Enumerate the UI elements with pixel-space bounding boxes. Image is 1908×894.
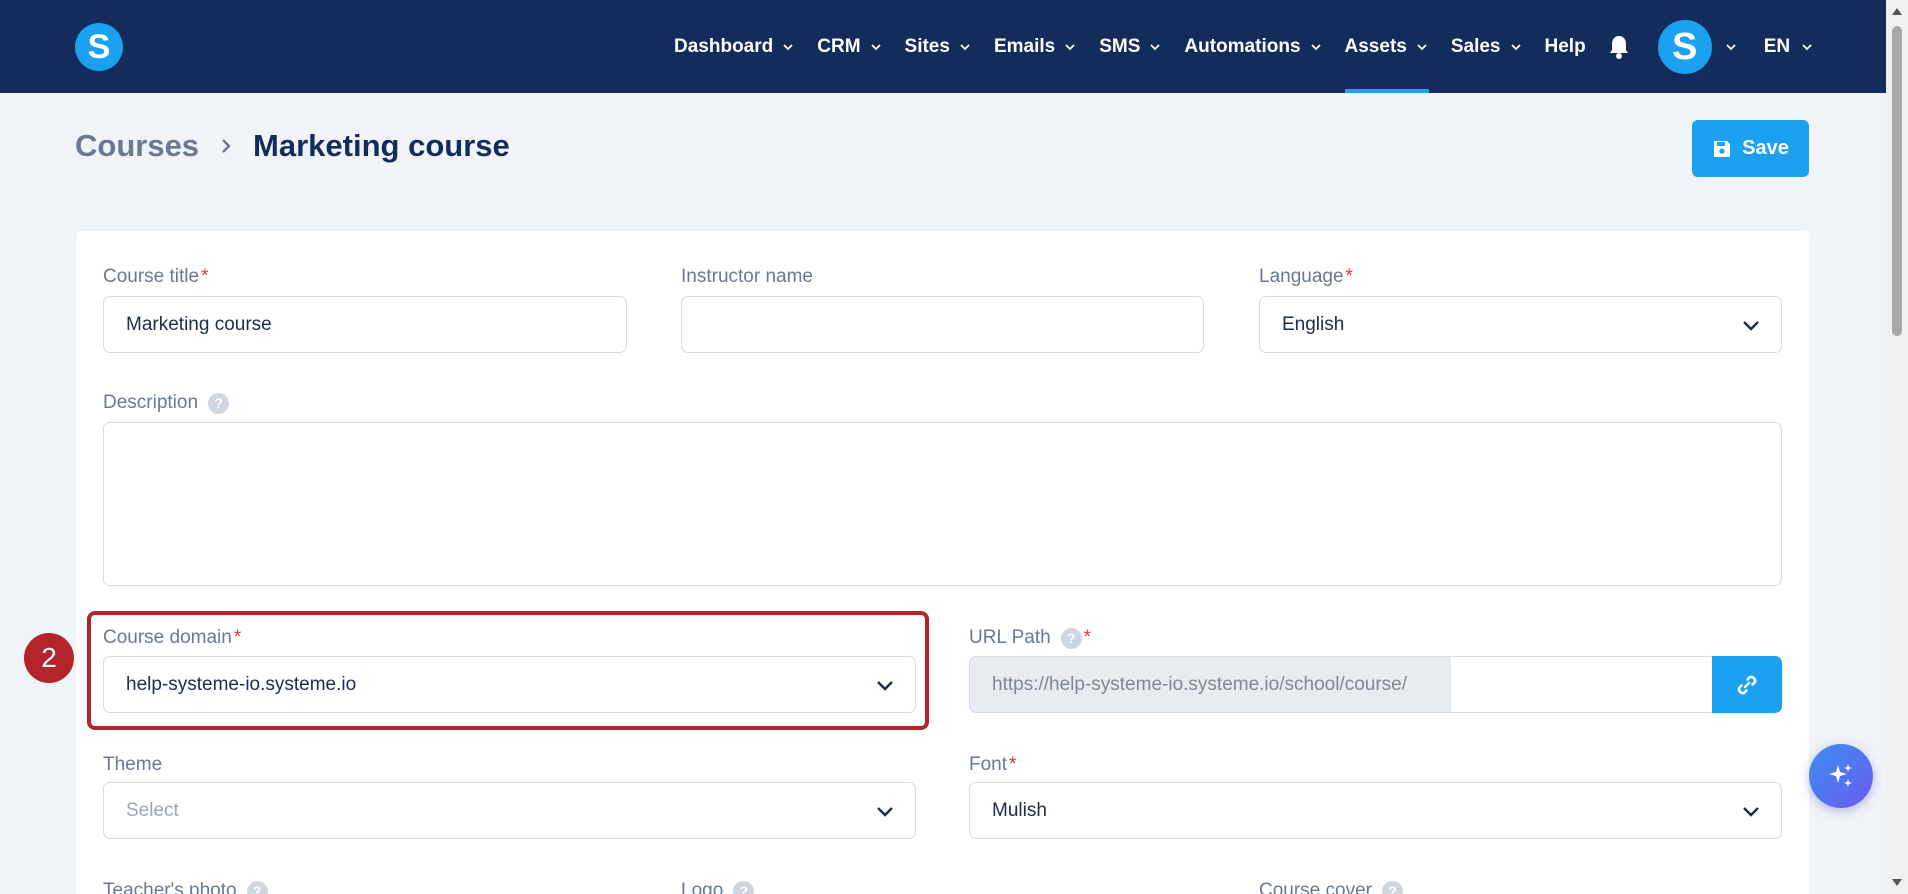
save-button[interactable]: Save bbox=[1692, 120, 1809, 177]
chevron-down-icon bbox=[1417, 43, 1427, 50]
open-link-button[interactable] bbox=[1712, 656, 1782, 713]
language-select[interactable]: English bbox=[1259, 296, 1782, 353]
chevron-down-icon[interactable] bbox=[1724, 40, 1738, 54]
theme-select[interactable]: Select bbox=[103, 782, 916, 839]
chevron-down-icon bbox=[870, 43, 881, 50]
nav-item-automations[interactable]: Automations bbox=[1184, 0, 1322, 93]
link-icon bbox=[1737, 675, 1757, 694]
nav-item-label: Sales bbox=[1450, 35, 1501, 57]
course-title-value: Marketing course bbox=[126, 313, 272, 335]
save-button-label: Save bbox=[1742, 137, 1789, 159]
course-title-label-text: Course title bbox=[103, 266, 200, 287]
chevron-down-icon bbox=[1510, 43, 1521, 50]
font-label-text: Font bbox=[969, 754, 1008, 775]
scroll-thumb[interactable] bbox=[1892, 26, 1902, 336]
logo[interactable]: S bbox=[75, 23, 123, 71]
teachers-photo-label-text: Teacher's photo bbox=[103, 880, 237, 894]
nav-item-label: CRM bbox=[817, 35, 861, 57]
nav-item-sales[interactable]: Sales bbox=[1451, 0, 1523, 93]
course-cover-label: Course cover ? bbox=[1259, 880, 1403, 894]
required-mark: * bbox=[1345, 266, 1353, 287]
chevron-down-icon bbox=[1743, 807, 1759, 817]
nav-item-help[interactable]: Help bbox=[1545, 0, 1586, 93]
scroll-up-arrow-icon[interactable] bbox=[1892, 8, 1902, 15]
help-icon[interactable]: ? bbox=[1060, 627, 1082, 649]
url-prefix-text: https://help-systeme-io.systeme.io/schoo… bbox=[992, 673, 1408, 695]
sparkle-icon bbox=[1829, 764, 1852, 787]
nav-item-sites[interactable]: Sites bbox=[905, 0, 972, 93]
nav-item-label: Dashboard bbox=[674, 35, 774, 57]
nav-item-dashboard[interactable]: Dashboard bbox=[674, 0, 795, 93]
help-icon[interactable]: ? bbox=[733, 880, 755, 894]
course-title-input[interactable]: Marketing course bbox=[103, 296, 627, 353]
floppy-disk-icon bbox=[1714, 140, 1731, 157]
nav-item-crm[interactable]: CRM bbox=[817, 0, 882, 93]
url-path-input[interactable] bbox=[1451, 656, 1713, 713]
logo-label-text: Logo bbox=[681, 880, 724, 894]
logo-label: Logo ? bbox=[681, 880, 755, 894]
url-path-prefix: https://help-systeme-io.systeme.io/schoo… bbox=[969, 656, 1452, 713]
instructor-name-label: Instructor name bbox=[681, 266, 813, 288]
chevron-down-icon bbox=[1150, 43, 1161, 50]
font-select[interactable]: Mulish bbox=[969, 782, 1782, 839]
description-label-text: Description bbox=[103, 392, 199, 413]
page-title: Marketing course bbox=[253, 128, 510, 163]
font-value: Mulish bbox=[992, 799, 1047, 821]
description-textarea[interactable] bbox=[103, 422, 1782, 586]
breadcrumb: Courses Marketing course bbox=[75, 128, 510, 164]
step-highlight-box bbox=[87, 611, 929, 730]
chevron-down-icon bbox=[1065, 43, 1075, 50]
main-nav: Dashboard CRM Sites Emails SMS Automatio… bbox=[674, 0, 1814, 93]
url-path-label-text: URL Path bbox=[969, 627, 1051, 648]
help-icon[interactable]: ? bbox=[1382, 880, 1403, 894]
chevron-right-icon bbox=[222, 139, 231, 153]
chevron-down-icon bbox=[783, 43, 793, 50]
language-value: English bbox=[1282, 313, 1345, 335]
chevron-down-icon bbox=[1802, 43, 1812, 50]
language-switcher[interactable]: EN bbox=[1764, 36, 1814, 58]
nav-item-label: Sites bbox=[904, 35, 950, 57]
language-label: Language * bbox=[1259, 266, 1353, 288]
course-cover-label-text: Course cover bbox=[1259, 880, 1372, 894]
page-scrollbar[interactable] bbox=[1886, 0, 1908, 894]
theme-placeholder: Select bbox=[126, 799, 179, 821]
description-label: Description ? bbox=[103, 392, 230, 414]
breadcrumb-courses-link[interactable]: Courses bbox=[75, 128, 199, 164]
theme-label-text: Theme bbox=[103, 754, 163, 775]
scroll-down-arrow-icon[interactable] bbox=[1892, 879, 1902, 886]
language-label: EN bbox=[1763, 35, 1791, 57]
help-icon[interactable]: ? bbox=[246, 880, 268, 894]
instructor-name-input[interactable] bbox=[681, 296, 1204, 353]
url-path-label: URL Path ? * bbox=[969, 627, 1091, 649]
required-mark: * bbox=[1009, 754, 1017, 775]
required-mark: * bbox=[1083, 627, 1092, 648]
nav-item-label: Automations bbox=[1184, 35, 1301, 57]
course-title-label: Course title * bbox=[103, 266, 209, 288]
ai-assistant-button[interactable] bbox=[1809, 744, 1873, 808]
required-mark: * bbox=[201, 266, 209, 287]
nav-item-emails[interactable]: Emails bbox=[994, 0, 1077, 93]
teachers-photo-label: Teacher's photo ? bbox=[103, 880, 268, 894]
instructor-name-label-text: Instructor name bbox=[681, 266, 813, 287]
top-navbar: S Dashboard CRM Sites Emails SMS Automat… bbox=[0, 0, 1886, 93]
step-badge: 2 bbox=[24, 633, 74, 683]
bell-icon[interactable] bbox=[1608, 34, 1630, 60]
nav-item-label: SMS bbox=[1099, 35, 1141, 57]
chevron-down-icon bbox=[960, 43, 970, 50]
theme-label: Theme bbox=[103, 754, 162, 776]
chevron-down-icon bbox=[1743, 321, 1759, 331]
language-label-text: Language bbox=[1259, 266, 1344, 287]
chevron-down-icon bbox=[877, 807, 893, 817]
nav-item-label: Emails bbox=[993, 35, 1056, 57]
nav-item-label: Assets bbox=[1344, 35, 1407, 57]
font-label: Font * bbox=[969, 754, 1016, 776]
help-icon[interactable]: ? bbox=[208, 392, 230, 414]
avatar[interactable]: S bbox=[1657, 19, 1712, 74]
nav-item-label: Help bbox=[1544, 35, 1586, 57]
chevron-down-icon bbox=[1310, 43, 1321, 50]
nav-item-assets[interactable]: Assets bbox=[1344, 0, 1430, 93]
nav-item-sms[interactable]: SMS bbox=[1099, 0, 1162, 93]
